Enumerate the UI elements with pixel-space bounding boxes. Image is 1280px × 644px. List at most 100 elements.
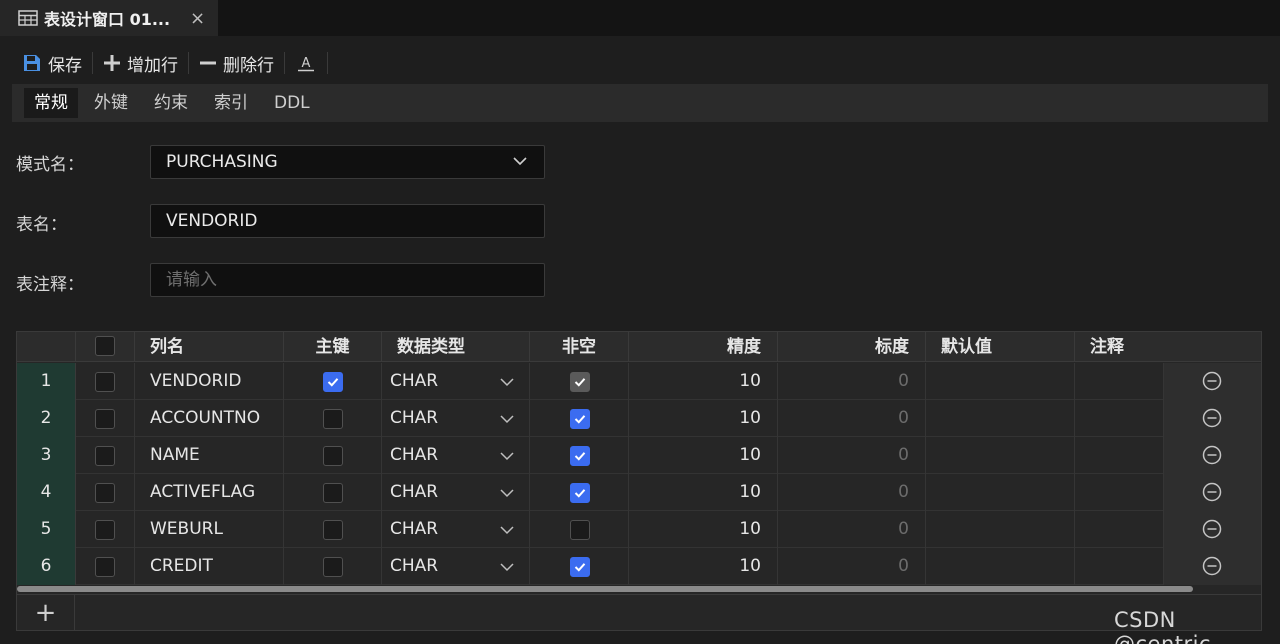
scale-cell[interactable]: 0	[778, 474, 926, 511]
header-select-all	[76, 332, 135, 362]
save-label: 保存	[48, 55, 82, 76]
tab-foreign-keys[interactable]: 外键	[84, 88, 138, 118]
data-type-select[interactable]: CHAR	[382, 548, 530, 585]
precision-cell[interactable]: 10	[629, 548, 778, 585]
data-type-select[interactable]: CHAR	[382, 363, 530, 400]
text-format-button[interactable]: A	[295, 50, 325, 76]
save-button[interactable]: 保存	[22, 50, 90, 76]
default-value-cell[interactable]	[926, 400, 1075, 437]
remove-circle-icon[interactable]	[1202, 445, 1222, 465]
delete-row-button[interactable]: 删除行	[199, 50, 282, 76]
scale-cell[interactable]: 0	[778, 363, 926, 400]
not-null-checkbox[interactable]	[570, 557, 590, 577]
remove-circle-icon[interactable]	[1202, 408, 1222, 428]
data-type-select[interactable]: CHAR	[382, 437, 530, 474]
row-select-checkbox[interactable]	[95, 372, 115, 392]
schema-select[interactable]: PURCHASING	[150, 145, 545, 179]
header-not-null: 非空	[530, 332, 629, 362]
not-null-checkbox	[570, 372, 590, 392]
column-name-cell[interactable]: ACCOUNTNO	[135, 400, 284, 437]
remove-circle-icon[interactable]	[1202, 556, 1222, 576]
tab-title: 表设计窗口 01...	[44, 10, 171, 29]
comment-cell[interactable]	[1075, 363, 1164, 400]
column-name-cell[interactable]: WEBURL	[135, 511, 284, 548]
columns-grid: 列名 主键 数据类型 非空 精度 标度 默认值 注释 1 VENDORID CHAR…	[16, 331, 1262, 631]
not-null-cell	[530, 474, 629, 511]
add-row-footer-button[interactable]: +	[17, 595, 75, 631]
default-value-cell[interactable]	[926, 474, 1075, 511]
header-primary-key: 主键	[284, 332, 382, 362]
data-type-select[interactable]: CHAR	[382, 511, 530, 548]
header-column-name: 列名	[135, 332, 284, 362]
column-name-cell[interactable]: VENDORID	[135, 363, 284, 400]
save-icon	[24, 55, 40, 71]
data-type-select[interactable]: CHAR	[382, 400, 530, 437]
comment-cell[interactable]	[1075, 474, 1164, 511]
primary-key-cell	[284, 474, 382, 511]
row-select-cell	[76, 511, 135, 548]
column-name-cell[interactable]: NAME	[135, 437, 284, 474]
precision-cell[interactable]: 10	[629, 363, 778, 400]
delete-row-label: 删除行	[223, 55, 274, 76]
not-null-checkbox[interactable]	[570, 409, 590, 429]
row-select-checkbox[interactable]	[95, 409, 115, 429]
column-name-cell[interactable]: ACTIVEFLAG	[135, 474, 284, 511]
tab-general[interactable]: 常规	[24, 88, 78, 118]
scale-cell[interactable]: 0	[778, 437, 926, 474]
row-number: 2	[17, 400, 76, 437]
check-icon	[574, 378, 586, 387]
precision-cell[interactable]: 10	[629, 400, 778, 437]
comment-cell[interactable]	[1075, 400, 1164, 437]
column-name-cell[interactable]: CREDIT	[135, 548, 284, 585]
toolbar: 保存 增加行 删除行 A	[0, 42, 1280, 84]
tab-table-designer[interactable]: 表设计窗口 01... ×	[0, 0, 218, 36]
remove-circle-icon[interactable]	[1202, 519, 1222, 539]
precision-cell[interactable]: 10	[629, 511, 778, 548]
not-null-checkbox[interactable]	[570, 483, 590, 503]
row-number: 6	[17, 548, 76, 585]
horizontal-scrollbar[interactable]	[17, 586, 1193, 592]
primary-key-checkbox[interactable]	[323, 446, 343, 466]
primary-key-checkbox[interactable]	[323, 557, 343, 577]
tab-constraints[interactable]: 约束	[144, 88, 198, 118]
default-value-cell[interactable]	[926, 548, 1075, 585]
tab-indexes[interactable]: 索引	[204, 88, 258, 118]
select-all-checkbox[interactable]	[95, 336, 115, 356]
add-row-button[interactable]: 增加行	[103, 50, 186, 76]
text-format-icon: A	[298, 56, 314, 72]
chevron-down-icon	[500, 415, 514, 424]
table-name-input[interactable]: VENDORID	[150, 204, 545, 238]
row-select-checkbox[interactable]	[95, 446, 115, 466]
remove-circle-icon[interactable]	[1202, 482, 1222, 502]
data-type-select[interactable]: CHAR	[382, 474, 530, 511]
row-select-checkbox[interactable]	[95, 557, 115, 577]
row-number: 1	[17, 363, 76, 400]
primary-key-checkbox[interactable]	[323, 483, 343, 503]
primary-key-checkbox[interactable]	[323, 409, 343, 429]
default-value-cell[interactable]	[926, 511, 1075, 548]
not-null-checkbox[interactable]	[570, 446, 590, 466]
comment-cell[interactable]	[1075, 548, 1164, 585]
row-select-checkbox[interactable]	[95, 483, 115, 503]
row-number: 5	[17, 511, 76, 548]
tab-ddl[interactable]: DDL	[264, 88, 320, 118]
scale-cell[interactable]: 0	[778, 400, 926, 437]
default-value-cell[interactable]	[926, 437, 1075, 474]
scale-cell[interactable]: 0	[778, 548, 926, 585]
comment-cell[interactable]	[1075, 437, 1164, 474]
table-comment-input[interactable]: 请输入	[150, 263, 545, 297]
comment-cell[interactable]	[1075, 511, 1164, 548]
close-icon[interactable]: ×	[190, 8, 205, 29]
primary-key-checkbox[interactable]	[323, 520, 343, 540]
tab-bar: 表设计窗口 01... ×	[0, 0, 1280, 36]
precision-cell[interactable]: 10	[629, 474, 778, 511]
not-null-checkbox[interactable]	[570, 520, 590, 540]
default-value-cell[interactable]	[926, 363, 1075, 400]
row-select-checkbox[interactable]	[95, 520, 115, 540]
row-select-cell	[76, 363, 135, 400]
precision-cell[interactable]: 10	[629, 437, 778, 474]
table-icon	[18, 10, 38, 26]
primary-key-checkbox[interactable]	[323, 372, 343, 392]
remove-circle-icon[interactable]	[1202, 371, 1222, 391]
scale-cell[interactable]: 0	[778, 511, 926, 548]
